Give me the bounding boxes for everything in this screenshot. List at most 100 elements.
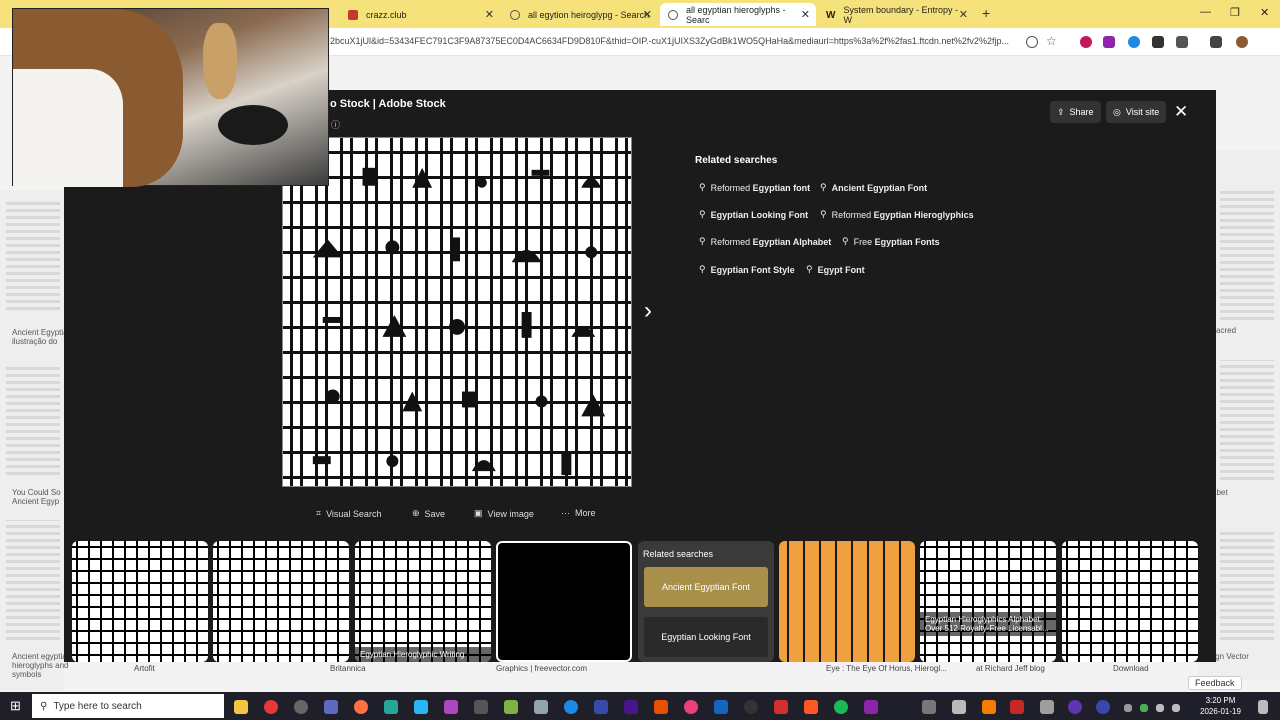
app-icon[interactable] <box>414 700 428 714</box>
steam-icon[interactable] <box>714 700 728 714</box>
related-chip[interactable]: ⚲ Ancient Egyptian Font <box>820 182 927 193</box>
thumbnail-3[interactable]: Egyptian Hieroglyphic Writing <box>355 541 491 662</box>
visual-search-button[interactable]: ⌗ Visual Search <box>316 508 381 519</box>
app-icon[interactable] <box>294 700 308 714</box>
close-tab-icon[interactable]: ✕ <box>959 8 968 21</box>
modal-title[interactable]: o Stock | Adobe Stock <box>330 98 446 110</box>
taskbar-search[interactable]: ⚲ Type here to search <box>32 694 224 718</box>
app-icon[interactable] <box>1040 700 1054 714</box>
share-button[interactable]: ⇪ Share <box>1050 101 1101 123</box>
related-chip[interactable]: ⚲ Free Egyptian Fonts <box>842 236 940 247</box>
close-tab-icon[interactable]: ✕ <box>801 8 810 21</box>
more-button[interactable]: ··· More <box>561 508 596 518</box>
file-explorer-icon[interactable] <box>234 700 248 714</box>
extension-icon[interactable] <box>1128 36 1140 48</box>
tracking-icon[interactable] <box>1026 36 1038 48</box>
extension-icon[interactable] <box>1152 36 1164 48</box>
app-icon[interactable] <box>1068 700 1082 714</box>
windows-start-icon[interactable]: ⊞ <box>10 698 21 714</box>
related-searches-thumbnail[interactable]: Related searches Ancient Egyptian Font E… <box>638 541 774 662</box>
related-chip[interactable]: ⚲ Reformed Egyptian Alphabet <box>699 236 831 247</box>
app-icon[interactable] <box>504 700 518 714</box>
filezilla-icon[interactable] <box>1010 700 1024 714</box>
close-tab-icon[interactable]: ✕ <box>485 8 494 21</box>
extension-icon[interactable] <box>1080 36 1092 48</box>
thumbnail-6[interactable] <box>779 541 915 662</box>
app-icon[interactable] <box>774 700 788 714</box>
thumbnail-4-selected[interactable] <box>496 541 632 662</box>
spotify-icon[interactable] <box>834 700 848 714</box>
result-thumbnail[interactable] <box>6 365 60 475</box>
new-tab-button[interactable]: + <box>982 5 990 21</box>
puzzle-icon[interactable] <box>1176 36 1188 48</box>
avatar[interactable] <box>1236 36 1248 48</box>
minimize-icon[interactable]: — <box>1200 6 1211 18</box>
related-searches-heading: Related searches <box>695 155 778 166</box>
app-icon[interactable] <box>474 700 488 714</box>
illustrator-icon[interactable] <box>654 700 668 714</box>
close-modal-icon[interactable]: ✕ <box>1174 102 1188 122</box>
related-thumb-item[interactable]: Egyptian Looking Font <box>644 617 768 657</box>
feedback-button[interactable]: Feedback <box>1188 676 1242 690</box>
tray-icon[interactable] <box>1172 704 1180 712</box>
result-thumbnail[interactable] <box>1220 530 1274 640</box>
related-thumb-item[interactable]: Ancient Egyptian Font <box>644 567 768 607</box>
close-window-icon[interactable]: ✕ <box>1260 6 1269 19</box>
star-icon[interactable]: ☆ <box>1046 34 1058 48</box>
app-icon[interactable] <box>744 700 758 714</box>
thumbnail-7[interactable]: Egyptian Hieroglyphics Alphabet: Over 51… <box>920 541 1056 662</box>
result-thumbnail[interactable] <box>6 200 60 310</box>
extension-icon[interactable] <box>1103 36 1115 48</box>
brave-icon[interactable] <box>804 700 818 714</box>
related-chip[interactable]: ⚲ Egyptian Font Style <box>699 264 795 275</box>
result-source: Eye : The Eye Of Horus, Hierogl... <box>826 664 947 673</box>
taskbar-clock[interactable]: 3:20 PM 2026-01-19 <box>1200 695 1241 717</box>
app-icon[interactable] <box>864 700 878 714</box>
tray-chevron-icon[interactable] <box>1124 704 1132 712</box>
close-tab-icon[interactable]: ✕ <box>643 8 652 21</box>
premiere-icon[interactable] <box>624 700 638 714</box>
tab-search-1[interactable]: all egytion heiroglypg - Search ✕ <box>502 3 658 26</box>
main-preview-image[interactable] <box>282 137 632 487</box>
next-image-icon[interactable]: › <box>644 297 652 325</box>
app-icon[interactable] <box>354 700 368 714</box>
view-image-button[interactable]: ▣ View image <box>474 508 534 519</box>
app-icon[interactable] <box>684 700 698 714</box>
save-button[interactable]: ⊕ Save <box>412 508 445 519</box>
after-effects-icon[interactable] <box>594 700 608 714</box>
app-icon[interactable] <box>384 700 398 714</box>
shirt-image <box>13 69 123 187</box>
tab-label: all egyptian hieroglyphs - Searc <box>686 4 786 25</box>
thumbnail-1[interactable] <box>72 541 208 662</box>
app-icon[interactable] <box>534 700 548 714</box>
app-icon[interactable] <box>952 700 966 714</box>
app-icon[interactable] <box>564 700 578 714</box>
related-chip[interactable]: ⚲ Reformed Egyptian Hieroglyphics <box>820 209 974 220</box>
result-thumbnail[interactable] <box>6 520 60 640</box>
notifications-icon[interactable] <box>1258 700 1268 714</box>
maximize-icon[interactable]: ❐ <box>1230 6 1240 19</box>
url-field[interactable]: 2bcuX1jUl&id=53434FEC791C3F9A87375EC0D4A… <box>330 36 1020 46</box>
result-thumbnail[interactable] <box>1220 360 1274 480</box>
menu-icon[interactable] <box>1210 36 1222 48</box>
app-icon[interactable] <box>922 700 936 714</box>
info-icon[interactable]: ⓘ <box>331 118 340 131</box>
related-chip[interactable]: ⚲ Reformed Egyptian font <box>699 182 810 193</box>
result-thumbnail[interactable] <box>1220 190 1274 320</box>
app-icon[interactable] <box>1096 700 1110 714</box>
tab-search-active[interactable]: all egyptian hieroglyphs - Searc ✕ <box>660 3 816 26</box>
tray-icon[interactable] <box>1156 704 1164 712</box>
chrome-icon[interactable] <box>264 700 278 714</box>
tab-crazz[interactable]: crazz.club ✕ <box>340 3 500 26</box>
tray-icon[interactable] <box>1140 704 1148 712</box>
tab-wikipedia[interactable]: W System boundary - Entropy - W ✕ <box>818 3 974 26</box>
app-icon[interactable] <box>444 700 458 714</box>
thumbnail-8[interactable] <box>1062 541 1198 662</box>
related-chip[interactable]: ⚲ Egypt Font <box>806 264 865 275</box>
app-icon[interactable] <box>324 700 338 714</box>
thumbnail-2[interactable] <box>213 541 349 662</box>
app-icon[interactable] <box>982 700 996 714</box>
visit-site-button[interactable]: ◎ Visit site <box>1106 101 1167 123</box>
search-favicon-icon <box>510 9 520 20</box>
related-chip[interactable]: ⚲ Egyptian Looking Font <box>699 209 808 220</box>
